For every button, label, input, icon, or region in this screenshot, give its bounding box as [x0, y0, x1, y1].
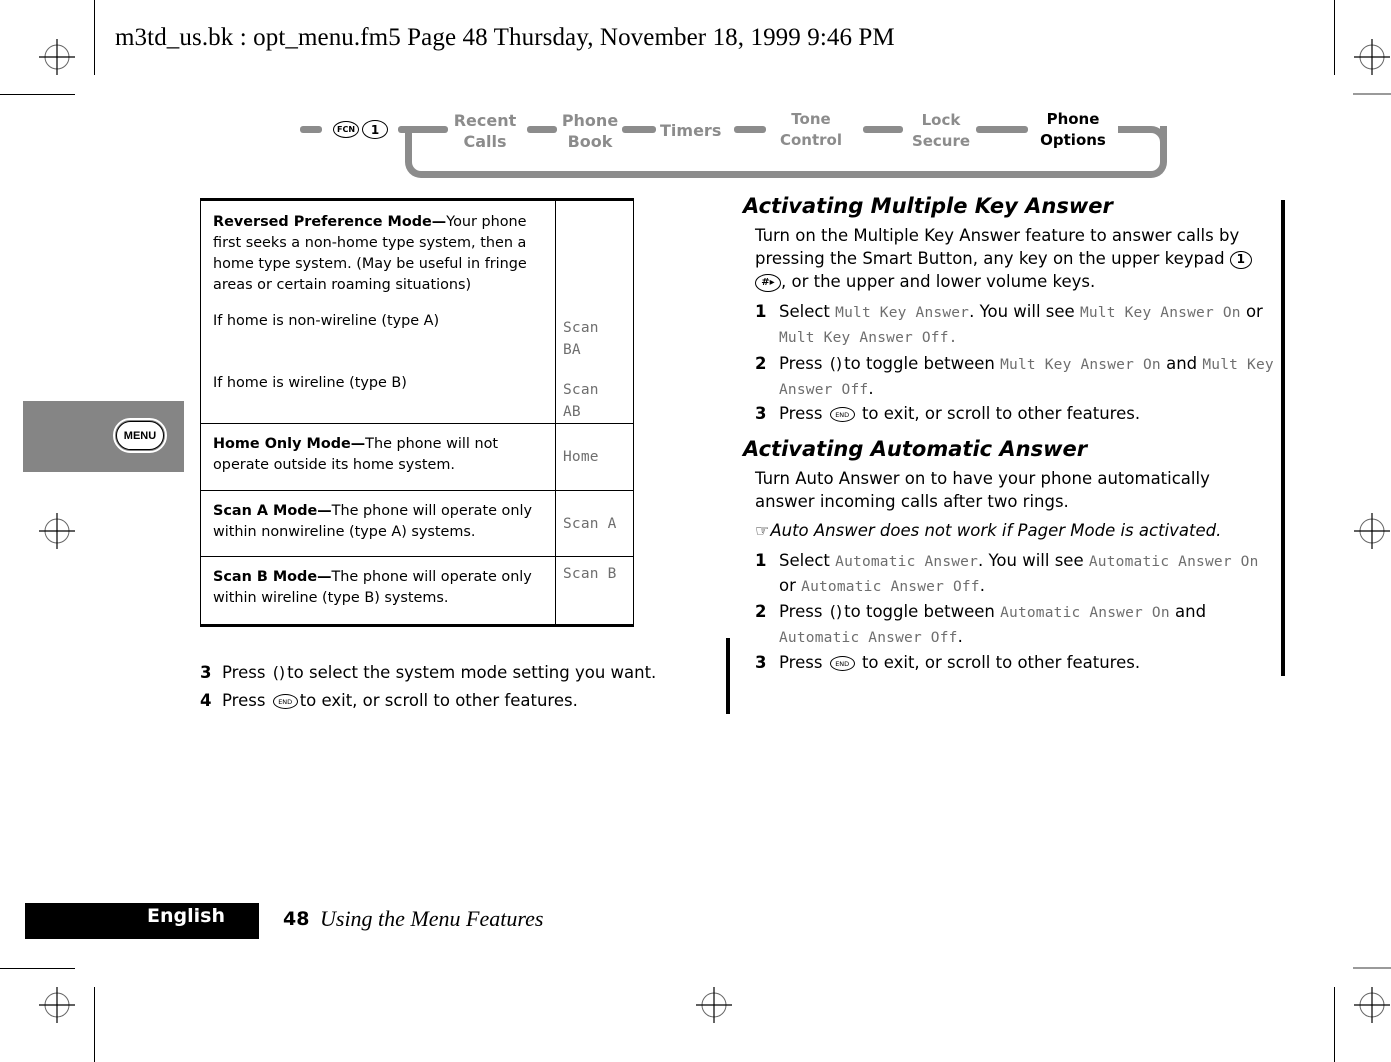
- nav-item-phone-options[interactable]: Phone Options: [1038, 109, 1108, 151]
- nav-item-recent-calls[interactable]: Recent Calls: [452, 110, 518, 152]
- step-1: 1 Select Mult Key Answer. You will see M…: [755, 302, 1263, 346]
- crop-mark: [1353, 967, 1391, 969]
- crop-mark: [1334, 0, 1335, 75]
- registration-mark-icon: [39, 513, 75, 549]
- crop-mark: [1334, 987, 1335, 1062]
- key-1-icon: 1: [362, 120, 388, 139]
- note: ☞Auto Answer does not work if Pager Mode…: [755, 521, 1222, 540]
- table-row: Scan A Mode—The phone will operate only …: [200, 490, 634, 557]
- section-title-automatic-answer: Activating Automatic Answer: [743, 437, 1088, 461]
- print-slug: m3td_us.bk : opt_menu.fm5 Page 48 Thursd…: [115, 24, 895, 51]
- nav-key-icon: (): [829, 354, 843, 373]
- menu-key-icon: MENU: [113, 418, 167, 453]
- fcn-key-icon: FCN: [333, 121, 359, 138]
- display-text: Automatic Answer: [835, 554, 979, 570]
- step-3: 3 Press () to select the system mode setti…: [200, 663, 657, 682]
- nav-key-icon: (): [829, 602, 843, 621]
- crop-mark: [94, 987, 95, 1062]
- page-number: 48: [283, 908, 310, 930]
- table-cell-description: Scan B Mode—The phone will operate only …: [200, 556, 556, 626]
- table-cell-value: Scan BA Scan AB: [555, 199, 634, 424]
- end-key-icon: END: [272, 694, 298, 709]
- key-pound-icon: #▸: [755, 273, 781, 292]
- step-3: 3 Press END to exit, or scroll to other …: [755, 653, 1141, 672]
- display-text: Automatic Answer On: [1088, 554, 1259, 570]
- display-text: Automatic Answer Off: [779, 630, 958, 646]
- end-key-icon: END: [829, 656, 855, 671]
- display-text: Mult Key Answer On: [1000, 357, 1161, 373]
- display-text: Mult Key Answer Off.: [779, 330, 958, 346]
- table-subrow-label: If home is wireline (type B): [213, 375, 407, 391]
- registration-mark-icon: [1354, 987, 1390, 1023]
- nav-connector: [976, 126, 1028, 133]
- language-tab: English: [25, 903, 259, 939]
- display-text: Automatic Answer Off: [801, 579, 980, 595]
- section-intro: Turn Auto Answer on to have your phone a…: [755, 469, 1210, 511]
- registration-mark-icon: [39, 39, 75, 75]
- section-intro: Turn on the Multiple Key Answer feature …: [755, 224, 1255, 293]
- change-bar: [726, 638, 730, 714]
- step-2: 2 Press () to toggle between Mult Key Ans…: [755, 354, 1274, 398]
- table-cell-value: Home: [555, 423, 634, 491]
- table-cell-value: Scan B: [555, 556, 634, 626]
- end-key-icon: END: [829, 407, 855, 422]
- nav-loop-line: [1118, 126, 1167, 156]
- nav-connector: [527, 126, 557, 133]
- step-1: 1 Select Automatic Answer. You will see …: [755, 551, 1259, 595]
- display-text: Mult Key: [1202, 357, 1274, 373]
- table-cell-value: Scan A: [555, 490, 634, 557]
- table-cell-description: Reversed Preference Mode—Your phone firs…: [200, 199, 556, 424]
- table-subrow-label: If home is non-wireline (type A): [213, 313, 440, 329]
- section-title-multiple-key-answer: Activating Multiple Key Answer: [743, 194, 1113, 218]
- crop-mark: [0, 968, 75, 969]
- registration-mark-icon: [1354, 39, 1390, 75]
- step-4: 4 Press END to exit, or scroll to other fe…: [200, 691, 578, 710]
- table-row: Reversed Preference Mode—Your phone firs…: [200, 199, 634, 424]
- change-bar: [1281, 200, 1285, 676]
- registration-mark-icon: [1354, 513, 1390, 549]
- table-cell-description: Home Only Mode—The phone will not operat…: [200, 423, 556, 491]
- nav-key-icon: (): [272, 663, 286, 682]
- key-1-icon: 1: [1229, 250, 1252, 269]
- crop-mark: [94, 0, 95, 75]
- system-mode-table: Reversed Preference Mode—Your phone firs…: [200, 198, 634, 627]
- nav-item-phone-book[interactable]: Phone Book: [560, 110, 620, 152]
- step-3: 3 Press END to exit, or scroll to other …: [755, 404, 1141, 423]
- crop-mark: [0, 94, 75, 95]
- nav-item-timers[interactable]: Timers: [660, 120, 721, 141]
- nav-connector: [734, 126, 766, 133]
- table-row: Home Only Mode—The phone will not operat…: [200, 423, 634, 491]
- registration-mark-icon: [696, 987, 732, 1023]
- step-2: 2 Press () to toggle between Automatic An…: [755, 602, 1207, 646]
- display-text: Mult Key Answer: [835, 305, 970, 321]
- nav-item-lock-secure[interactable]: Lock Secure: [910, 110, 972, 152]
- display-text: Answer Off: [779, 382, 869, 398]
- nav-item-tone-control[interactable]: Tone Control: [778, 109, 844, 151]
- note-pointing-hand-icon: ☞: [755, 521, 770, 540]
- display-text: Mult Key Answer On: [1079, 305, 1241, 321]
- table-row: Scan B Mode—The phone will operate only …: [200, 556, 634, 626]
- chapter-title: Using the Menu Features: [320, 906, 544, 931]
- crop-mark: [1353, 93, 1391, 95]
- nav-connector: [300, 126, 322, 133]
- nav-connector: [863, 126, 903, 133]
- display-text: Automatic Answer On: [1000, 605, 1170, 621]
- table-cell-description: Scan A Mode—The phone will operate only …: [200, 490, 556, 557]
- nav-connector: [622, 126, 656, 133]
- registration-mark-icon: [39, 987, 75, 1023]
